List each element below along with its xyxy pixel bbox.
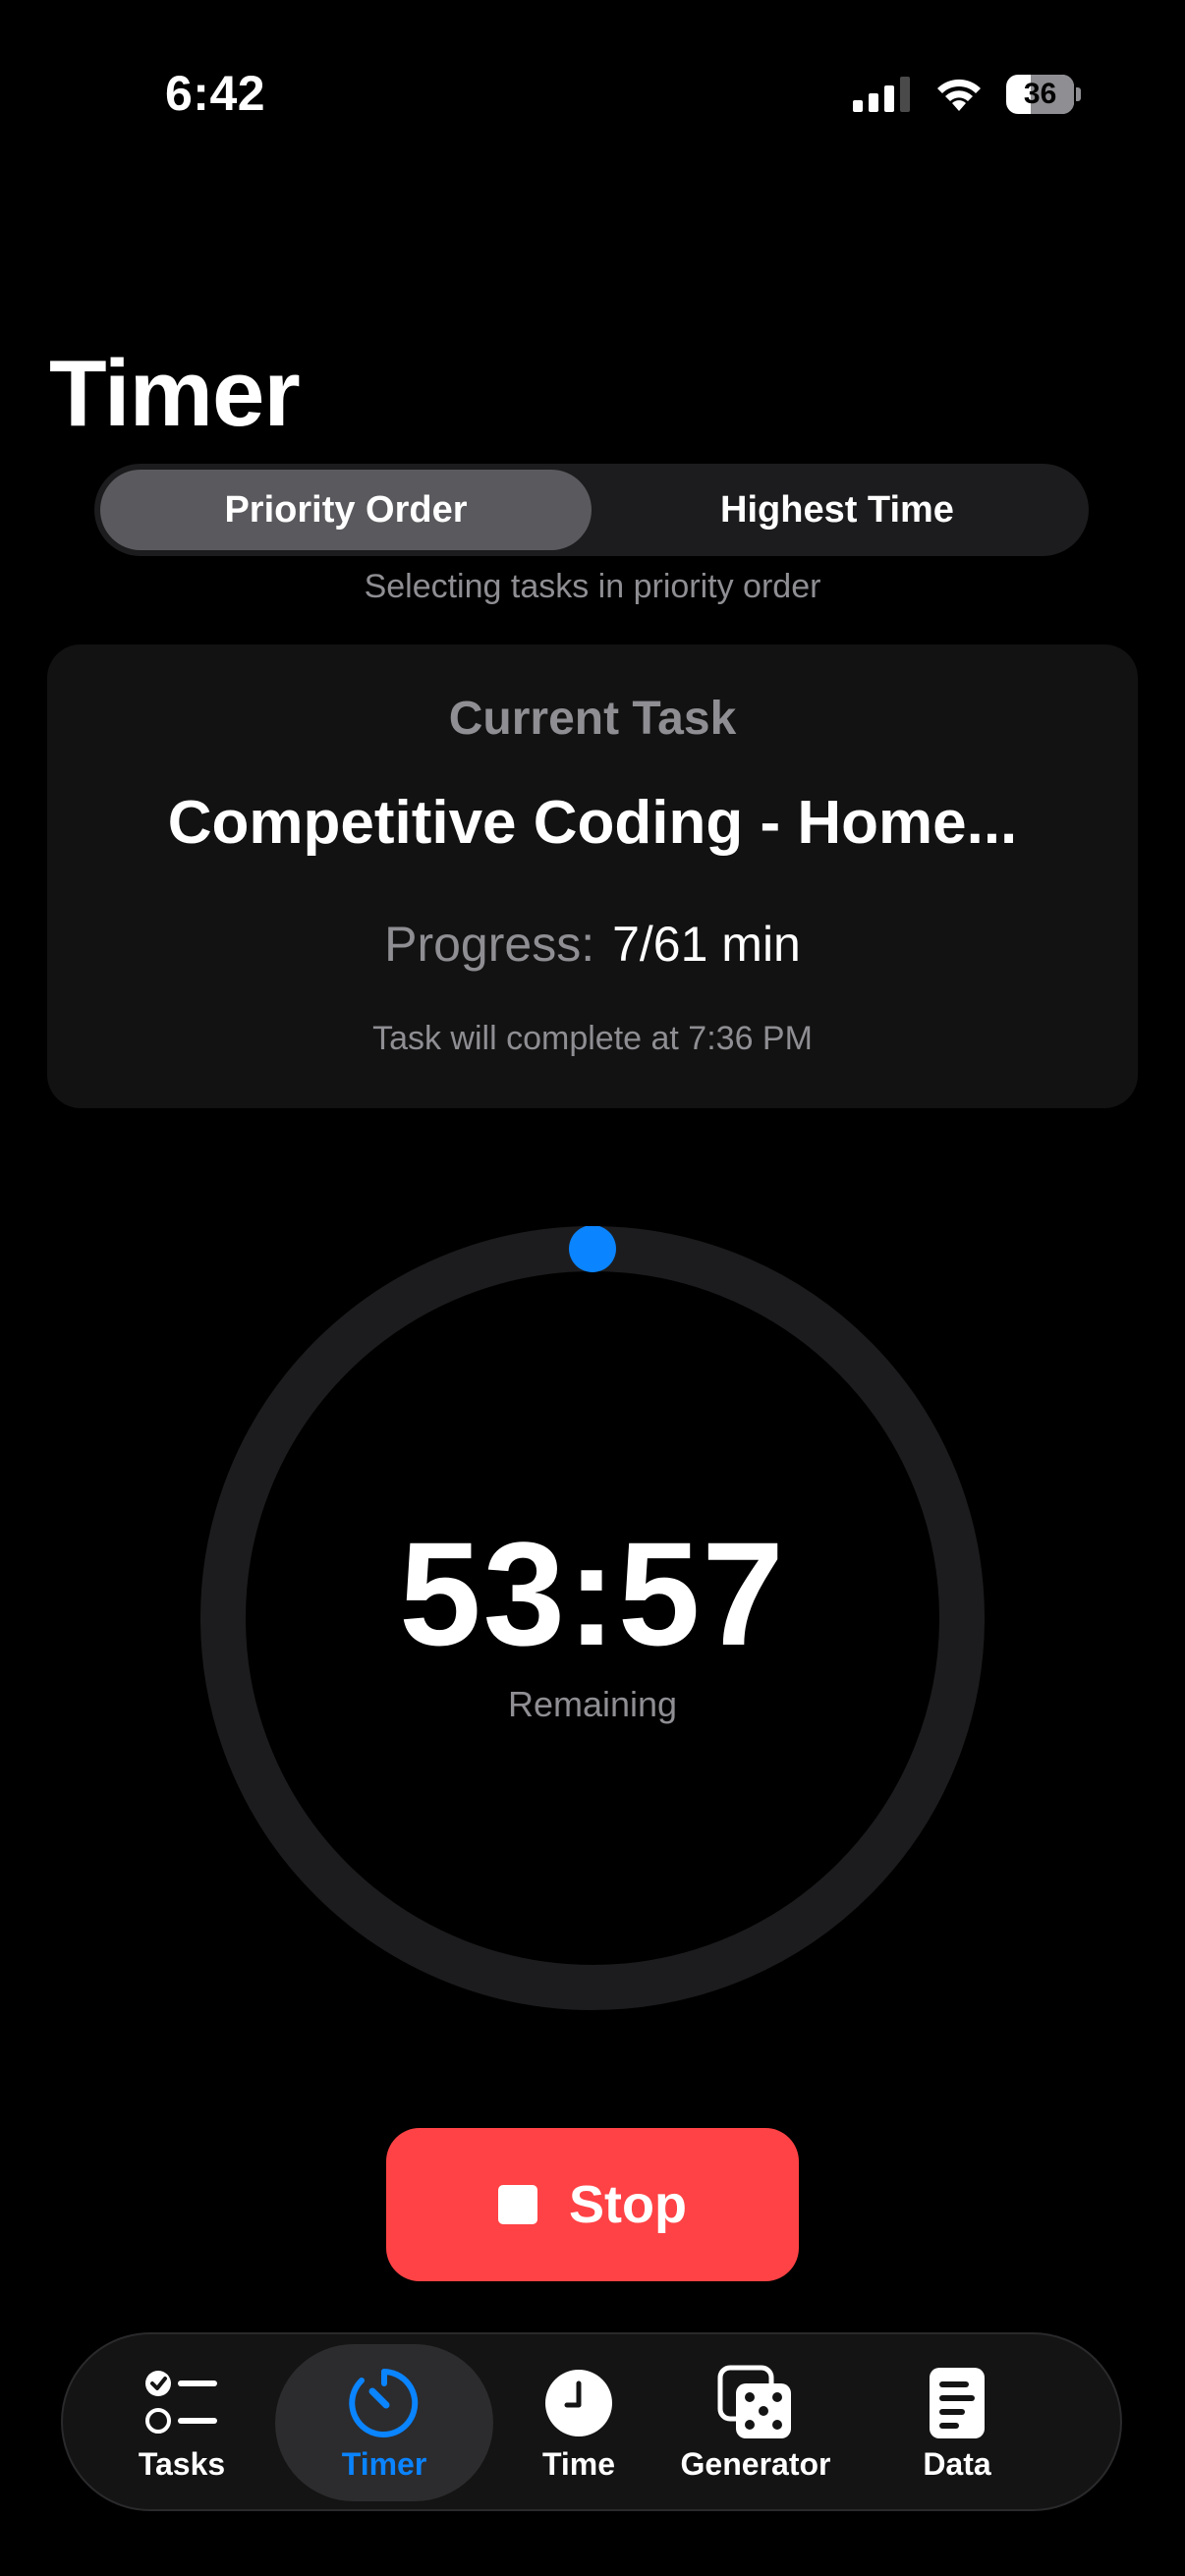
tab-time[interactable]: Time — [520, 2344, 638, 2501]
timer-icon — [349, 2368, 419, 2437]
tab-data[interactable]: Data — [898, 2344, 1016, 2501]
timer-progress-knob — [569, 1226, 616, 1272]
tab-label: Time — [541, 2445, 616, 2482]
current-task-heading: Current Task — [448, 693, 737, 745]
tab-label: Data — [923, 2445, 991, 2482]
progress-value: 7/61 min — [612, 917, 801, 972]
stop-icon — [498, 2185, 537, 2224]
current-task-card: Current Task Competitive Coding - Home..… — [47, 644, 1138, 1108]
dice-icon — [717, 2365, 791, 2438]
stop-button-label: Stop — [569, 2175, 687, 2234]
cellular-signal-icon — [853, 77, 910, 112]
tab-tasks[interactable]: Tasks — [108, 2344, 255, 2501]
tab-label: Tasks — [138, 2445, 226, 2482]
tab-generator[interactable]: Generator — [652, 2344, 859, 2501]
segment-highest-time[interactable]: Highest Time — [592, 470, 1083, 550]
tab-label: Timer — [341, 2445, 427, 2482]
status-icons: 36 — [853, 75, 1081, 114]
page-title: Timer — [49, 341, 301, 446]
timer-remaining-time: 53:57 — [399, 1511, 786, 1676]
segment-priority-order[interactable]: Priority Order — [100, 470, 592, 550]
mode-hint: Selecting tasks in priority order — [364, 568, 821, 605]
checklist-icon — [145, 2370, 217, 2434]
mode-segmented-control: Priority Order Highest Time — [94, 464, 1089, 556]
wifi-icon — [937, 79, 981, 111]
timer-remaining-label: Remaining — [507, 1684, 678, 1724]
tab-bar: Tasks Timer Time Generator Data — [61, 2332, 1122, 2511]
stop-button[interactable]: Stop — [386, 2128, 799, 2281]
battery-indicator: 36 — [1006, 75, 1081, 114]
task-progress: Progress: 7/61 min — [47, 916, 1138, 973]
document-icon — [930, 2367, 985, 2438]
progress-label: Progress: — [384, 917, 595, 972]
battery-level: 36 — [1023, 78, 1057, 110]
clock-icon — [545, 2369, 612, 2436]
status-time: 6:42 — [165, 66, 266, 121]
tab-timer[interactable]: Timer — [275, 2344, 493, 2501]
tab-label: Generator — [680, 2445, 831, 2482]
task-completion-time: Task will complete at 7:36 PM — [372, 1020, 813, 1057]
current-task-name: Competitive Coding - Home... — [167, 789, 1018, 857]
